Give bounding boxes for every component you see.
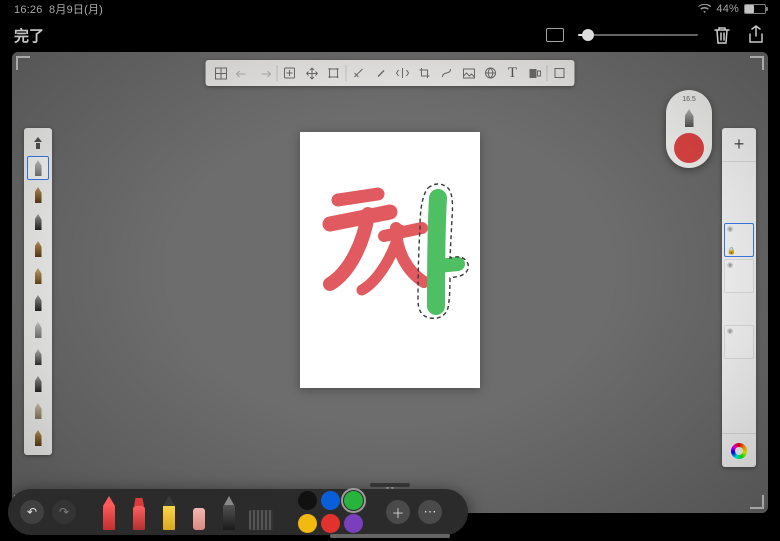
stage-background[interactable]: T 16.5 + bbox=[12, 52, 768, 513]
canvas-thumbnail-button[interactable] bbox=[546, 28, 564, 42]
trash-button[interactable] bbox=[712, 25, 732, 45]
brush-settings-button[interactable] bbox=[27, 133, 49, 153]
brush-slot[interactable] bbox=[27, 318, 49, 342]
image-tool-button[interactable] bbox=[458, 62, 480, 84]
brush-picker-strip bbox=[24, 128, 52, 455]
brush-tool-button[interactable] bbox=[370, 62, 392, 84]
markup-redo-button[interactable]: ↷ bbox=[52, 500, 76, 524]
status-time: 16:26 bbox=[14, 4, 43, 16]
ruler-tool[interactable] bbox=[248, 494, 274, 530]
visible-icon: ◉ bbox=[727, 327, 733, 335]
pen-tool[interactable] bbox=[98, 494, 120, 530]
brush-slot[interactable] bbox=[27, 183, 49, 207]
color-swatch-red[interactable] bbox=[321, 514, 340, 533]
mirror-tool-button[interactable] bbox=[392, 62, 414, 84]
artwork bbox=[300, 132, 480, 388]
more-button[interactable]: ⋯ bbox=[418, 500, 442, 524]
color-swatch-black[interactable] bbox=[298, 491, 317, 510]
brush-slot[interactable] bbox=[27, 264, 49, 288]
brush-slot[interactable] bbox=[27, 399, 49, 423]
wifi-icon bbox=[698, 4, 711, 14]
app-nav-bar: 完了 bbox=[0, 18, 780, 52]
brush-slot[interactable] bbox=[27, 345, 49, 369]
brush-slot[interactable] bbox=[27, 156, 49, 180]
color-swatch-yellow[interactable] bbox=[298, 514, 317, 533]
brush-size-label: 16.5 bbox=[682, 96, 696, 103]
home-indicator[interactable] bbox=[330, 534, 450, 538]
markup-toolbar: ↶ ↷ ＋ ⋯ bbox=[8, 489, 468, 535]
visible-icon: ◉ bbox=[727, 225, 733, 233]
web-tool-button[interactable] bbox=[480, 62, 502, 84]
marker-tool[interactable] bbox=[128, 494, 150, 530]
color-palette bbox=[298, 491, 378, 533]
done-button[interactable]: 完了 bbox=[14, 25, 44, 46]
visible-icon: ◉ bbox=[727, 261, 733, 269]
brush-slot[interactable] bbox=[27, 291, 49, 315]
pencil-tool[interactable] bbox=[158, 494, 180, 530]
add-tool-button[interactable]: ＋ bbox=[386, 500, 410, 524]
color-swatch-blue[interactable] bbox=[321, 491, 340, 510]
lasso-tool[interactable] bbox=[218, 494, 240, 530]
brush-color-swatch[interactable] bbox=[674, 133, 704, 163]
grid-button[interactable] bbox=[210, 62, 232, 84]
color-swatch-green[interactable] bbox=[344, 491, 363, 510]
brush-slot[interactable] bbox=[27, 237, 49, 261]
markup-undo-button[interactable]: ↶ bbox=[20, 500, 44, 524]
move-tool-button[interactable] bbox=[301, 62, 323, 84]
brush-slot[interactable] bbox=[27, 210, 49, 234]
color-swatch-purple[interactable] bbox=[344, 514, 363, 533]
battery-icon bbox=[744, 4, 766, 14]
text-tool-button[interactable]: T bbox=[502, 62, 524, 84]
ipad-status-bar: 16:26 8月9日(月) 44% bbox=[0, 0, 780, 18]
brush-tip-icon bbox=[685, 109, 694, 127]
document-stage: T 16.5 + bbox=[12, 52, 768, 513]
curve-tool-button[interactable] bbox=[436, 62, 458, 84]
color-wheel-button[interactable] bbox=[722, 433, 756, 467]
reference-tool-button[interactable] bbox=[524, 62, 546, 84]
brush-slot[interactable] bbox=[27, 372, 49, 396]
layers-panel: + ◉🔒 ◉ ◉ bbox=[722, 128, 756, 467]
crop-mark-icon bbox=[16, 56, 30, 70]
crop-tool-button[interactable] bbox=[414, 62, 436, 84]
fullscreen-button[interactable] bbox=[549, 62, 571, 84]
brush-slot[interactable] bbox=[27, 426, 49, 450]
editor-top-toolbar: T bbox=[206, 60, 575, 86]
add-layer-button[interactable]: + bbox=[722, 128, 756, 162]
opacity-slider[interactable] bbox=[578, 34, 698, 36]
color-wheel-icon bbox=[731, 443, 747, 459]
redo-button[interactable] bbox=[254, 62, 276, 84]
status-date: 8月9日(月) bbox=[49, 4, 103, 16]
status-left: 16:26 8月9日(月) bbox=[14, 1, 103, 17]
status-right: 44% bbox=[698, 3, 766, 15]
add-tool-button[interactable] bbox=[279, 62, 301, 84]
transform-tool-button[interactable] bbox=[323, 62, 345, 84]
layer-thumb[interactable]: ◉🔒 bbox=[724, 223, 754, 257]
cutter-tool-button[interactable] bbox=[348, 62, 370, 84]
layer-thumb[interactable]: ◉ bbox=[724, 325, 754, 359]
share-button[interactable] bbox=[746, 25, 766, 45]
crop-mark-icon bbox=[750, 495, 764, 509]
battery-percent: 44% bbox=[716, 3, 739, 15]
eraser-tool[interactable] bbox=[188, 494, 210, 530]
markup-grabber[interactable] bbox=[370, 483, 410, 487]
canvas-paper[interactable] bbox=[300, 132, 480, 388]
brush-preview-bubble[interactable]: 16.5 bbox=[666, 90, 712, 168]
lock-icon: 🔒 bbox=[727, 247, 736, 255]
layer-thumb[interactable]: ◉ bbox=[724, 259, 754, 293]
crop-mark-icon bbox=[750, 56, 764, 70]
undo-button[interactable] bbox=[232, 62, 254, 84]
